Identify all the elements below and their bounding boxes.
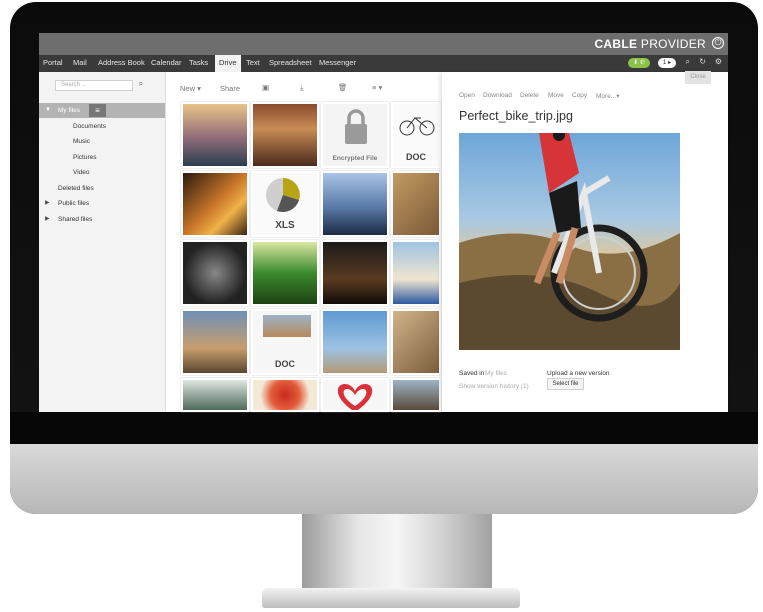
upload-label: Upload a new version xyxy=(547,370,610,377)
search-input[interactable]: Search ... xyxy=(55,80,133,91)
xls-file-tile[interactable]: XLS xyxy=(251,171,319,237)
file-tile[interactable] xyxy=(321,378,389,412)
file-tile[interactable] xyxy=(251,240,319,306)
version-history-link[interactable]: Show version history (1) xyxy=(459,383,529,390)
sidebar-item-label: Pictures xyxy=(73,154,97,161)
nav-tasks[interactable]: Tasks xyxy=(189,58,208,67)
nav-drive[interactable]: Drive xyxy=(215,55,241,72)
sidebar-item-label: Shared files xyxy=(58,216,93,223)
logout-icon[interactable]: ⏻ xyxy=(712,37,724,49)
monitor-bottom-bezel xyxy=(10,412,758,446)
encrypted-file-tile[interactable]: Encrypted File xyxy=(321,102,389,168)
file-tile[interactable] xyxy=(391,171,441,237)
file-title: Perfect_bike_trip.jpg xyxy=(459,109,573,123)
file-tile[interactable] xyxy=(181,378,249,412)
sidebar-item-deleted-files[interactable]: Deleted files xyxy=(39,181,165,196)
phone-status-badge[interactable]: ⬇ ✆ xyxy=(628,58,650,68)
doc-file-tile[interactable]: DOC xyxy=(391,102,441,168)
copy-action[interactable]: Copy xyxy=(572,92,587,99)
sidebar-item-label: Video xyxy=(73,169,90,176)
delete-action[interactable]: Delete xyxy=(520,92,539,99)
file-tile[interactable] xyxy=(391,240,441,306)
doc-file-tile[interactable]: DOC xyxy=(251,309,319,375)
sidebar-item-my-files[interactable]: ▼ My files ≡ xyxy=(39,103,165,118)
select-file-button[interactable]: Select file xyxy=(547,378,584,390)
chevron-right-icon[interactable]: ▶ xyxy=(45,212,50,227)
nav-mail[interactable]: Mail xyxy=(73,58,87,67)
my-files-link[interactable]: My files xyxy=(485,370,507,377)
doc-thumbnail xyxy=(263,315,311,337)
menu-icon[interactable]: ≡ xyxy=(89,104,106,117)
sidebar-item-label: My files xyxy=(58,107,81,114)
file-tile[interactable] xyxy=(181,171,249,237)
file-tile[interactable] xyxy=(321,240,389,306)
chevron-right-icon[interactable]: ▶ xyxy=(45,196,50,211)
monitor-chin xyxy=(10,444,758,514)
search-icon[interactable]: ⌕ xyxy=(686,57,690,67)
nav-calendar[interactable]: Calendar xyxy=(151,58,181,67)
monitor-stand xyxy=(302,514,492,594)
file-tile[interactable] xyxy=(391,309,441,375)
top-bar: CABLE PROVIDER ⏻ xyxy=(39,33,728,55)
tile-label: DOC xyxy=(406,152,426,162)
cyclist-photo xyxy=(459,133,680,350)
file-tile[interactable] xyxy=(181,102,249,168)
pie-chart-icon xyxy=(266,178,300,213)
move-action[interactable]: Move xyxy=(548,92,564,99)
tile-label: DOC xyxy=(275,359,295,369)
new-button[interactable]: New ▾ xyxy=(180,84,201,93)
nav-spreadsheet[interactable]: Spreadsheet xyxy=(269,58,312,67)
close-button[interactable]: Close xyxy=(685,71,711,84)
heart-icon xyxy=(337,384,373,410)
more-action[interactable]: More...▾ xyxy=(596,92,620,100)
file-tile[interactable] xyxy=(251,378,319,412)
sidebar-item-public-files[interactable]: ▶ Public files xyxy=(39,196,165,211)
monitor-foot xyxy=(262,588,520,608)
trash-icon[interactable]: 🗑 xyxy=(338,83,348,92)
nav-messenger[interactable]: Messenger xyxy=(319,58,356,67)
sidebar-item-label: Deleted files xyxy=(58,185,94,192)
sidebar-item-documents[interactable]: Documents xyxy=(39,119,165,134)
file-tile[interactable] xyxy=(181,309,249,375)
open-action[interactable]: Open xyxy=(459,92,475,99)
file-tile[interactable] xyxy=(181,240,249,306)
sidebar-item-label: Public files xyxy=(58,200,90,207)
brand-logo: CABLE PROVIDER xyxy=(594,37,706,51)
file-tile[interactable] xyxy=(321,309,389,375)
sidebar-item-pictures[interactable]: Pictures xyxy=(39,150,165,165)
nav-portal[interactable]: Portal xyxy=(43,58,63,67)
chevron-down-icon[interactable]: ▼ xyxy=(45,103,51,118)
list-view-icon[interactable]: ≡ ▾ xyxy=(372,83,382,92)
nav-address-book[interactable]: Address Book xyxy=(98,58,145,67)
file-tile[interactable] xyxy=(251,102,319,168)
tile-label: XLS xyxy=(275,220,295,231)
share-button[interactable]: Share xyxy=(220,84,240,93)
nav-text[interactable]: Text xyxy=(246,58,260,67)
sidebar-item-label: Documents xyxy=(73,123,106,130)
refresh-icon[interactable]: ↻ xyxy=(699,57,706,66)
tile-label: Encrypted File xyxy=(332,155,378,162)
folder-sidebar: Search ... ⌕ ▼ My files ≡ Documents Musi… xyxy=(39,72,166,412)
download-action[interactable]: Download xyxy=(483,92,512,99)
sidebar-item-label: Music xyxy=(73,138,90,145)
gear-icon[interactable]: ⚙ xyxy=(715,57,722,66)
search-icon[interactable]: ⌕ xyxy=(135,79,147,91)
file-tile[interactable] xyxy=(321,171,389,237)
image-preview[interactable] xyxy=(459,133,680,350)
notifications-badge[interactable]: 1 ▸ xyxy=(658,58,676,68)
sidebar-item-video[interactable]: Video xyxy=(39,165,165,180)
sidebar-item-shared-files[interactable]: ▶ Shared files xyxy=(39,212,165,227)
image-icon[interactable]: ▣ xyxy=(262,83,269,92)
file-tile[interactable] xyxy=(391,378,441,412)
sidebar-item-music[interactable]: Music xyxy=(39,134,165,149)
nav-tools: ⬇ ✆ 1 ▸ ⌕ ↻ ⚙ xyxy=(624,57,724,69)
app-nav: Portal Mail Address Book Calendar Tasks … xyxy=(39,55,728,72)
download-icon[interactable]: ⤓ xyxy=(300,83,303,93)
lock-icon xyxy=(345,109,367,144)
bicycle-icon xyxy=(399,117,435,136)
saved-in-label: Saved in xyxy=(459,370,485,377)
